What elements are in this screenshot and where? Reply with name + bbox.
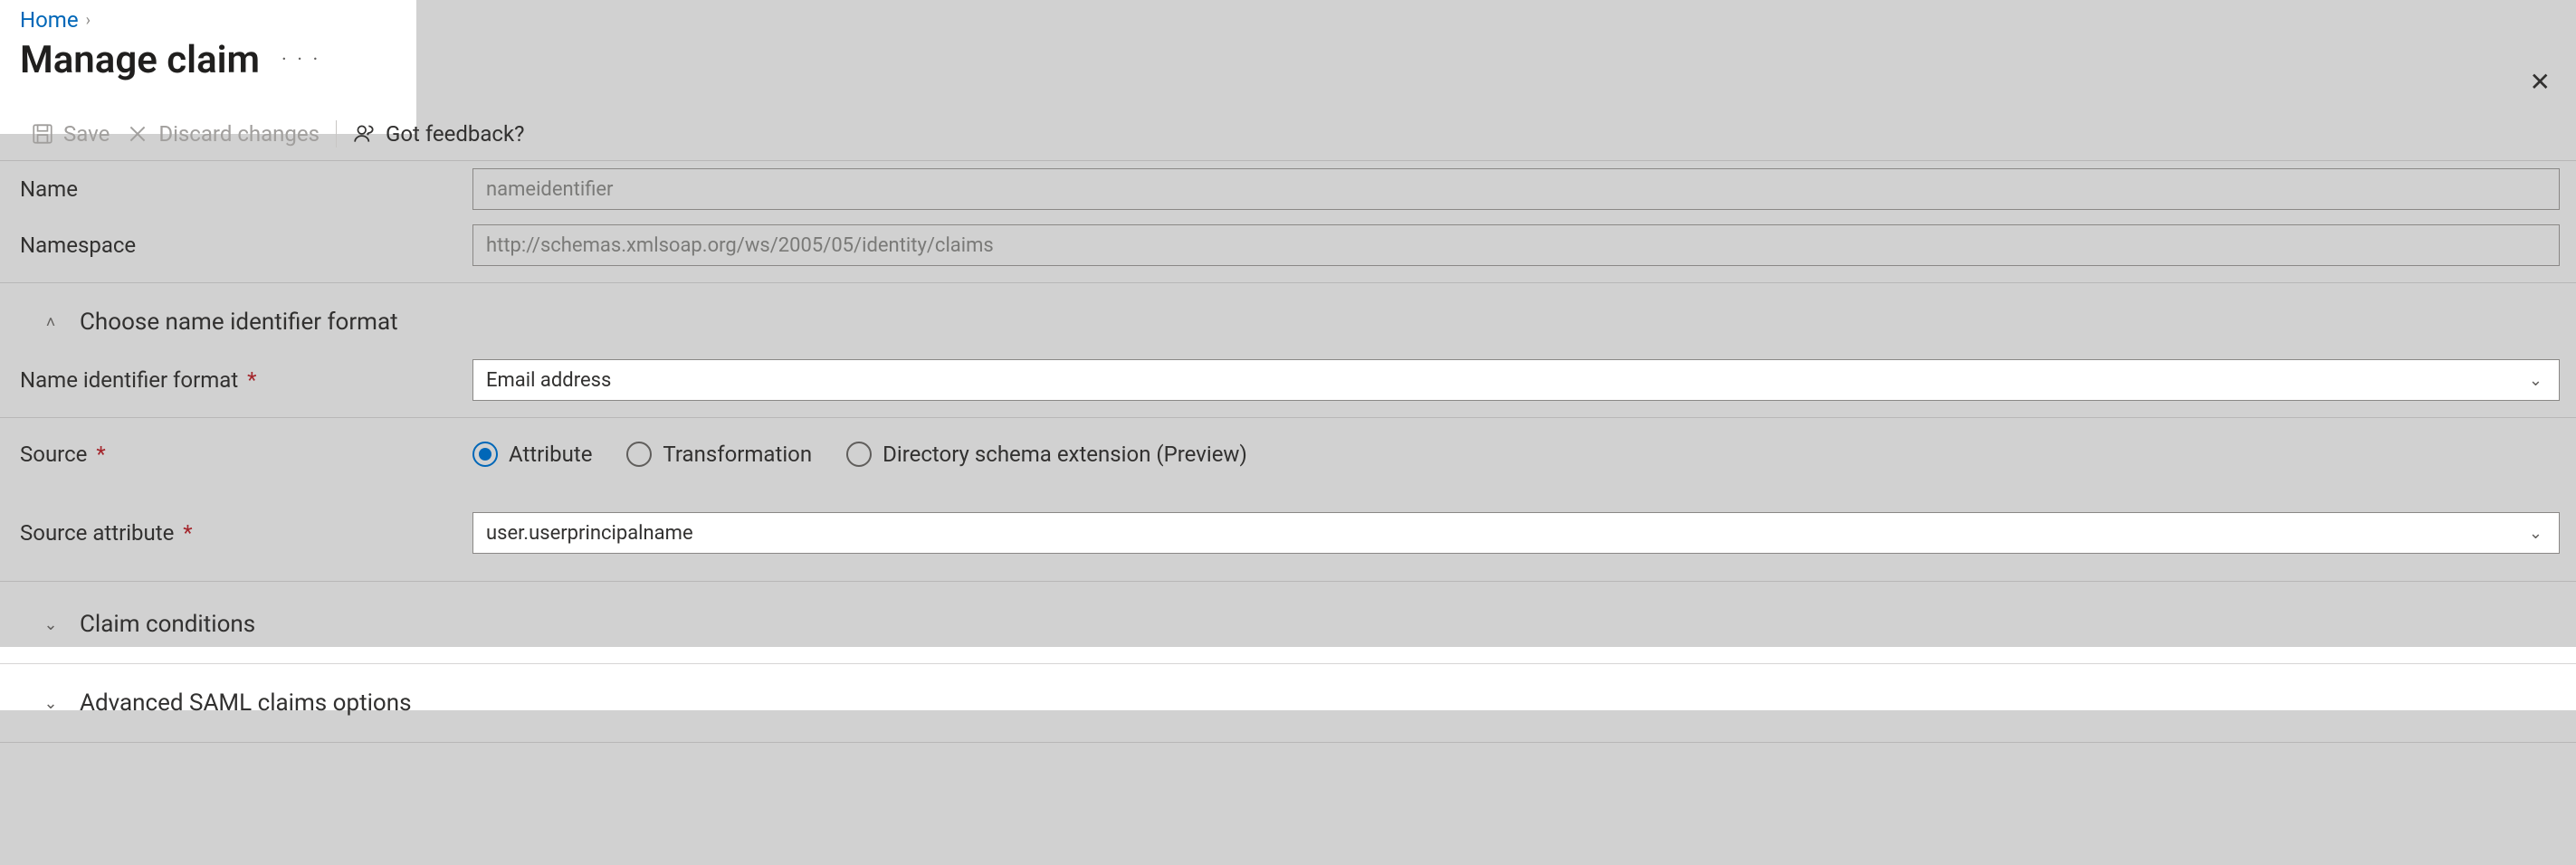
more-actions-button[interactable]: · · · <box>281 49 320 71</box>
discard-button[interactable]: Discard changes <box>126 121 320 147</box>
radio-attribute[interactable]: Attribute <box>472 442 592 467</box>
chevron-down-icon: ⌄ <box>2529 371 2543 390</box>
breadcrumb: Home › <box>0 0 2576 36</box>
section-advanced-saml-claims-options[interactable]: ⌄ Advanced SAML claims options <box>16 673 2560 733</box>
chevron-down-icon: ⌄ <box>42 694 60 713</box>
row-name: Name <box>16 161 2560 217</box>
save-button[interactable]: Save <box>31 121 110 147</box>
source-radio-group: Attribute Transformation Directory schem… <box>472 434 2560 474</box>
feedback-button[interactable]: Got feedback? <box>353 121 525 147</box>
radio-transformation-label: Transformation <box>663 442 812 467</box>
section-choose-name-identifier-format[interactable]: ˄ Choose name identifier format <box>16 292 2560 352</box>
close-button[interactable]: ✕ <box>2530 67 2551 97</box>
chevron-down-icon: ⌄ <box>42 615 60 634</box>
command-bar: Save Discard changes Got feedback? <box>0 108 2576 161</box>
breadcrumb-home-link[interactable]: Home <box>20 7 79 33</box>
nif-select-value: Email address <box>486 369 611 392</box>
divider <box>0 663 2576 664</box>
feedback-icon <box>353 122 377 146</box>
save-icon <box>31 122 54 146</box>
section-claim-conditions[interactable]: ⌄ Claim conditions <box>16 594 2560 654</box>
chevron-right-icon: › <box>86 11 91 30</box>
row-source-attribute: Source attribute * user.userprincipalnam… <box>16 505 2560 561</box>
nif-select[interactable]: Email address ⌄ <box>472 359 2560 401</box>
section-claim-conditions-title: Claim conditions <box>80 611 255 638</box>
namespace-label: Namespace <box>16 233 472 258</box>
save-label: Save <box>63 121 110 147</box>
radio-dir-ext-label: Directory schema extension (Preview) <box>883 442 1247 467</box>
radio-attribute-label: Attribute <box>509 442 592 467</box>
discard-label: Discard changes <box>158 121 320 147</box>
divider <box>0 282 2576 283</box>
radio-transformation[interactable]: Transformation <box>626 442 812 467</box>
source-label: Source <box>20 442 87 467</box>
source-attribute-value: user.userprincipalname <box>486 522 693 545</box>
row-source: Source * Attribute Transformation Direc <box>16 427 2560 481</box>
section-nif-title: Choose name identifier format <box>80 309 398 336</box>
page-title: Manage claim <box>20 38 260 82</box>
toolbar-separator <box>336 120 337 147</box>
close-icon: ✕ <box>2530 67 2551 97</box>
nif-required-indicator: * <box>247 367 256 393</box>
chevron-up-icon: ˄ <box>42 313 60 332</box>
row-name-identifier-format: Name identifier format * Email address ⌄ <box>16 352 2560 408</box>
radio-directory-schema-extension[interactable]: Directory schema extension (Preview) <box>846 442 1247 467</box>
name-label: Name <box>16 176 472 202</box>
divider <box>0 581 2576 582</box>
radio-dot-icon <box>846 442 872 467</box>
radio-dot-icon <box>472 442 498 467</box>
name-input[interactable] <box>472 168 2560 210</box>
row-namespace: Namespace <box>16 217 2560 273</box>
section-advanced-title: Advanced SAML claims options <box>80 689 412 717</box>
source-attribute-label: Source attribute <box>20 520 174 546</box>
divider <box>0 742 2576 743</box>
source-required-indicator: * <box>96 442 105 467</box>
namespace-input[interactable] <box>472 224 2560 266</box>
radio-dot-icon <box>626 442 652 467</box>
source-attribute-select[interactable]: user.userprincipalname ⌄ <box>472 512 2560 554</box>
source-attribute-required-indicator: * <box>183 520 192 546</box>
divider <box>0 417 2576 418</box>
chevron-down-icon: ⌄ <box>2529 524 2543 543</box>
feedback-label: Got feedback? <box>386 121 525 147</box>
nif-label: Name identifier format <box>20 367 238 393</box>
discard-icon <box>126 122 149 146</box>
